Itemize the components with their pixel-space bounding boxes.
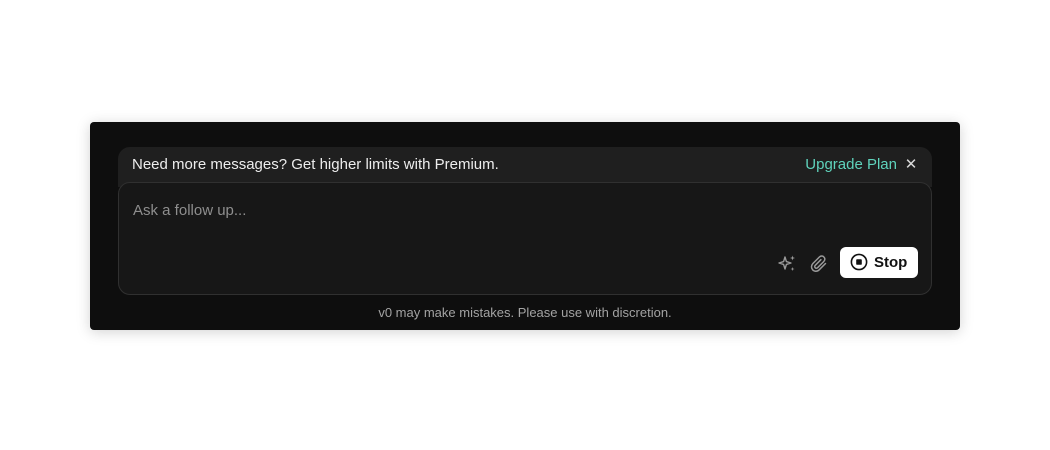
stop-button-label: Stop: [874, 254, 908, 271]
sparkles-icon[interactable]: [776, 253, 798, 275]
premium-banner: Need more messages? Get higher limits wi…: [118, 147, 932, 187]
premium-banner-message: Need more messages? Get higher limits wi…: [132, 156, 499, 173]
message-input-box: Stop: [118, 182, 932, 295]
paperclip-icon[interactable]: [809, 253, 831, 275]
chat-composer-panel: Need more messages? Get higher limits wi…: [90, 122, 960, 330]
upgrade-plan-link[interactable]: Upgrade Plan: [805, 156, 897, 174]
disclaimer-text: v0 may make mistakes. Please use with di…: [378, 305, 672, 320]
close-icon[interactable]: ✕: [904, 155, 918, 175]
follow-up-input[interactable]: [133, 199, 733, 221]
stop-button[interactable]: Stop: [840, 247, 918, 278]
stop-circle-icon: [850, 253, 868, 271]
